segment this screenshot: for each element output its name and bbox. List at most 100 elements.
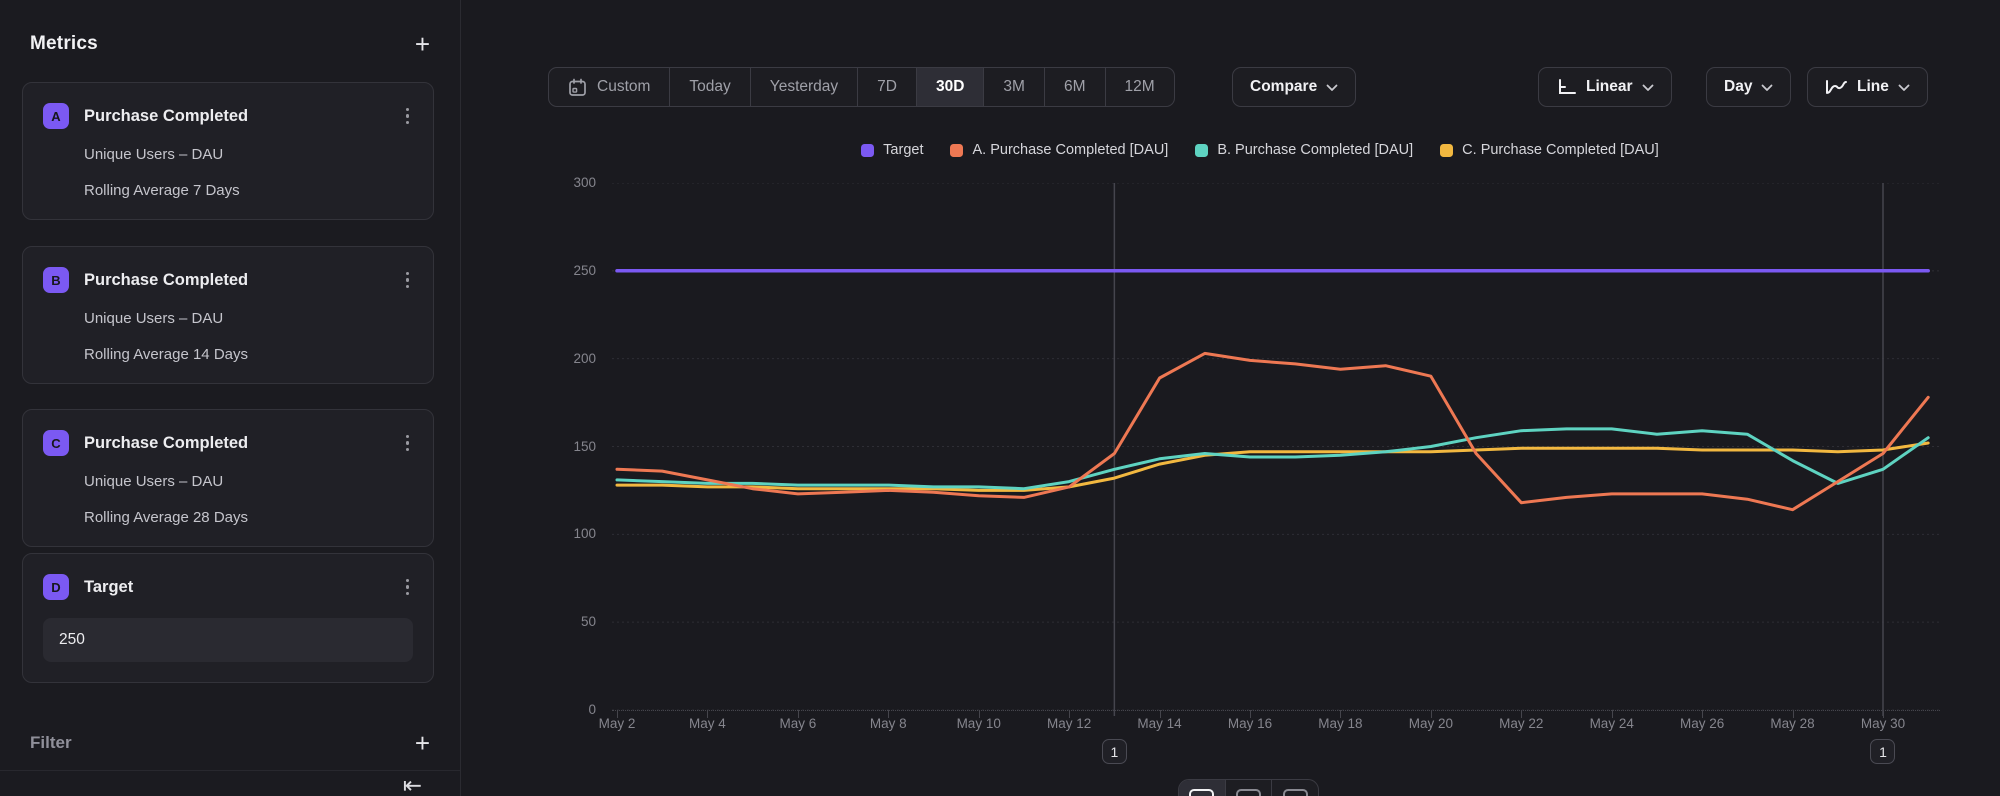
x-axis-label: May 28: [1751, 716, 1835, 731]
range-7d[interactable]: 7D: [858, 68, 917, 106]
scale-selector-button[interactable]: Linear: [1538, 67, 1672, 107]
date-range-control: Custom Today Yesterday 7D 30D 3M 6M 12M: [548, 67, 1175, 107]
metric-measure: Unique Users – DAU: [84, 310, 413, 327]
sidebar-divider: [0, 770, 460, 771]
filter-section: Filter +: [30, 726, 432, 760]
range-label: 30D: [936, 78, 964, 96]
annotation-badge[interactable]: 1: [1870, 739, 1895, 764]
interval-selector-button[interactable]: Day: [1706, 67, 1791, 107]
compare-button[interactable]: Compare: [1232, 67, 1356, 107]
range-12m[interactable]: 12M: [1106, 68, 1174, 106]
metric-badge: D: [43, 574, 69, 600]
x-axis-label: May 22: [1479, 716, 1563, 731]
metric-card-a: A Purchase Completed Unique Users – DAU …: [22, 82, 434, 220]
y-axis-label: 50: [544, 614, 596, 629]
legend-item[interactable]: B. Purchase Completed [DAU]: [1195, 142, 1413, 158]
x-axis-tick: [1793, 710, 1794, 718]
interval-label: Day: [1724, 78, 1752, 96]
metric-badge: C: [43, 430, 69, 456]
x-axis-tick: [1250, 710, 1251, 718]
y-axis-label: 100: [544, 526, 596, 541]
compare-label: Compare: [1250, 78, 1317, 96]
more-options-icon[interactable]: [402, 268, 414, 293]
legend-item[interactable]: A. Purchase Completed [DAU]: [950, 142, 1168, 158]
metric-badge: A: [43, 103, 69, 129]
chevron-down-icon: [1642, 84, 1654, 92]
legend-swatch: [950, 144, 963, 157]
x-axis-label: May 18: [1298, 716, 1382, 731]
x-axis-tick: [1702, 710, 1703, 718]
range-3m[interactable]: 3M: [984, 68, 1045, 106]
more-options-icon[interactable]: [402, 104, 414, 129]
range-6m[interactable]: 6M: [1045, 68, 1106, 106]
y-axis-label: 250: [544, 263, 596, 278]
chart-view-toggle: [1178, 779, 1319, 796]
x-axis-tick: [1340, 710, 1341, 718]
axis-scale-icon: [1556, 78, 1577, 97]
metric-card-b: B Purchase Completed Unique Users – DAU …: [22, 246, 434, 384]
range-label: Custom: [597, 78, 650, 96]
legend-label: A. Purchase Completed [DAU]: [972, 142, 1168, 158]
range-today[interactable]: Today: [670, 68, 750, 106]
metric-card-c: C Purchase Completed Unique Users – DAU …: [22, 409, 434, 547]
x-axis-tick: [617, 710, 618, 718]
metrics-title: Metrics: [30, 33, 98, 55]
x-axis-label: May 2: [575, 716, 659, 731]
metric-title: Purchase Completed: [84, 434, 402, 453]
annotation-badge[interactable]: 1: [1102, 739, 1127, 764]
legend-label: B. Purchase Completed [DAU]: [1217, 142, 1413, 158]
target-value-input[interactable]: [43, 618, 413, 662]
chart-card-icon: [1189, 789, 1214, 796]
more-options-icon[interactable]: [402, 575, 414, 600]
chart-card-icon: [1236, 789, 1261, 796]
scale-label: Linear: [1586, 78, 1633, 96]
add-metric-button[interactable]: +: [413, 31, 432, 57]
x-axis-line: [612, 710, 1940, 711]
chart-legend: Target A. Purchase Completed [DAU] B. Purc…: [560, 142, 1960, 158]
x-axis-label: May 8: [846, 716, 930, 731]
x-axis-tick: [1521, 710, 1522, 718]
x-axis-tick: [1431, 710, 1432, 718]
calendar-icon: [568, 78, 587, 97]
range-label: 7D: [877, 78, 897, 96]
metric-badge: B: [43, 267, 69, 293]
metric-title: Purchase Completed: [84, 107, 402, 126]
y-axis-label: 0: [544, 702, 596, 717]
x-axis-label: May 4: [665, 716, 749, 731]
legend-item[interactable]: Target: [861, 142, 923, 158]
legend-swatch: [1440, 144, 1453, 157]
filter-title: Filter: [30, 733, 72, 753]
y-axis-label: 200: [544, 351, 596, 366]
add-filter-button[interactable]: +: [413, 730, 432, 756]
range-30d[interactable]: 30D: [917, 68, 984, 106]
x-axis-tick: [979, 710, 980, 718]
x-axis-tick: [888, 710, 889, 718]
metrics-dashboard: Metrics + A Purchase Completed Unique Us…: [0, 0, 2000, 796]
legend-item[interactable]: C. Purchase Completed [DAU]: [1440, 142, 1659, 158]
x-axis-label: May 12: [1027, 716, 1111, 731]
chart-card-icon-button[interactable]: [1272, 780, 1318, 796]
range-label: 3M: [1003, 78, 1025, 96]
range-yesterday[interactable]: Yesterday: [751, 68, 858, 106]
range-custom[interactable]: Custom: [549, 68, 670, 106]
range-label: 12M: [1125, 78, 1155, 96]
more-options-icon[interactable]: [402, 431, 414, 456]
metrics-header: Metrics +: [30, 28, 432, 60]
line-chart-icon: [1825, 78, 1848, 96]
range-label: Today: [689, 78, 730, 96]
x-axis-tick: [1612, 710, 1613, 718]
y-axis-label: 300: [544, 175, 596, 190]
chart-card-icon-button[interactable]: [1179, 780, 1226, 796]
y-axis-label: 150: [544, 439, 596, 454]
metric-transform: Rolling Average 28 Days: [84, 509, 413, 526]
x-axis-label: May 10: [937, 716, 1021, 731]
chart-card-icon-button[interactable]: [1226, 780, 1273, 796]
line-chart[interactable]: [612, 183, 1940, 716]
x-axis-tick: [1160, 710, 1161, 718]
target-card-title: Target: [84, 578, 402, 597]
chart-type-selector-button[interactable]: Line: [1807, 67, 1928, 107]
collapse-sidebar-icon[interactable]: ⇤: [403, 772, 422, 796]
metric-transform: Rolling Average 14 Days: [84, 346, 413, 363]
x-axis-label: May 30: [1841, 716, 1925, 731]
x-axis-label: May 24: [1570, 716, 1654, 731]
